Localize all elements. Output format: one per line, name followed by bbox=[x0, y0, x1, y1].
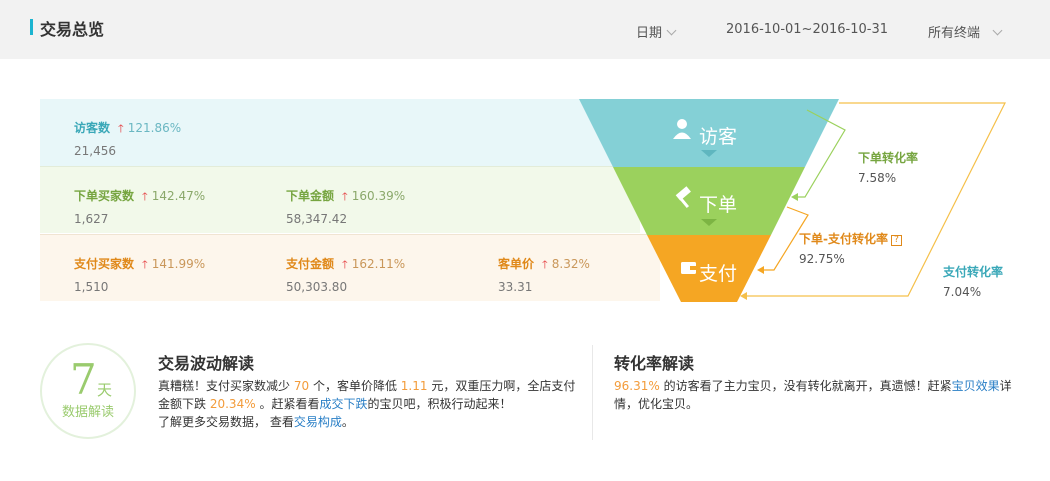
text-segment: 的访客看了主力宝贝，没有转化就离开，真遗憾！赶紧 bbox=[663, 379, 952, 393]
rate-label: 下单转化率 bbox=[858, 151, 919, 165]
link-deal-decline[interactable]: 成交下跌 bbox=[319, 397, 367, 411]
highlight-value: 96.31% bbox=[614, 379, 660, 393]
wallet-icon bbox=[681, 262, 696, 274]
link-item-effect[interactable]: 宝贝效果 bbox=[952, 379, 1000, 393]
text-segment: 的宝贝吧，积极行动起来！ bbox=[367, 397, 512, 411]
funnel-pay-label: 支付 bbox=[699, 263, 738, 285]
order-conversion-rate: 下单转化率 7.58% bbox=[858, 149, 918, 185]
highlight-value: 1.11 bbox=[400, 379, 428, 393]
badge-unit: 天 bbox=[97, 381, 113, 399]
text-segment: 。 bbox=[341, 415, 354, 429]
transaction-overview-page: 交易总览 日期 2016-10-01~2016-10-31 所有终端 访客数 🡑 1… bbox=[0, 0, 1050, 481]
trade-analysis-text: 真糟糕！支付买家数减少 70 个，客单价降低 1.11 元，双重压力啊，全店支付… bbox=[158, 377, 578, 431]
badge-number: 7 bbox=[70, 355, 97, 404]
rate-value: 92.75% bbox=[799, 252, 845, 266]
seven-day-badge[interactable]: 7 天 数据解读 bbox=[40, 343, 136, 439]
arrow-head bbox=[791, 193, 798, 201]
funnel-visit-label: 访客 bbox=[699, 126, 738, 148]
rate-label: 下单-支付转化率 bbox=[799, 232, 888, 246]
arrow-head bbox=[757, 266, 764, 274]
text-segment: 查看 bbox=[269, 415, 294, 429]
funnel-order-label: 下单 bbox=[699, 194, 738, 216]
rate-label: 支付转化率 bbox=[943, 265, 1004, 279]
text-segment: 真糟糕！支付买家数减少 bbox=[158, 379, 291, 393]
link-trade-composition[interactable]: 交易构成 bbox=[294, 415, 342, 429]
text-segment: 。赶紧看看 bbox=[259, 397, 320, 411]
text-segment: 个，客单价降低 bbox=[312, 379, 397, 393]
highlight-value: 20.34% bbox=[209, 397, 256, 411]
trade-analysis-title: 交易波动解读 bbox=[158, 354, 255, 373]
section-divider bbox=[592, 345, 593, 440]
pay-conversion-rate: 支付转化率 7.04% bbox=[943, 263, 1003, 299]
rate-value: 7.04% bbox=[943, 285, 982, 299]
text-segment: 了解更多交易数据， bbox=[158, 415, 267, 429]
conversion-analysis-text: 96.31% 的访客看了主力宝贝，没有转化就离开，真遗憾！赶紧宝贝效果详情，优化… bbox=[614, 377, 1024, 413]
badge-subtitle: 数据解读 bbox=[61, 405, 114, 420]
help-icon[interactable]: ? bbox=[890, 235, 902, 246]
rate-value: 7.58% bbox=[858, 171, 897, 185]
highlight-value: 70 bbox=[293, 379, 310, 393]
conversion-analysis-title: 转化率解读 bbox=[614, 354, 695, 373]
order-pay-conversion-rate: 下单-支付转化率? 92.75% bbox=[799, 230, 902, 266]
